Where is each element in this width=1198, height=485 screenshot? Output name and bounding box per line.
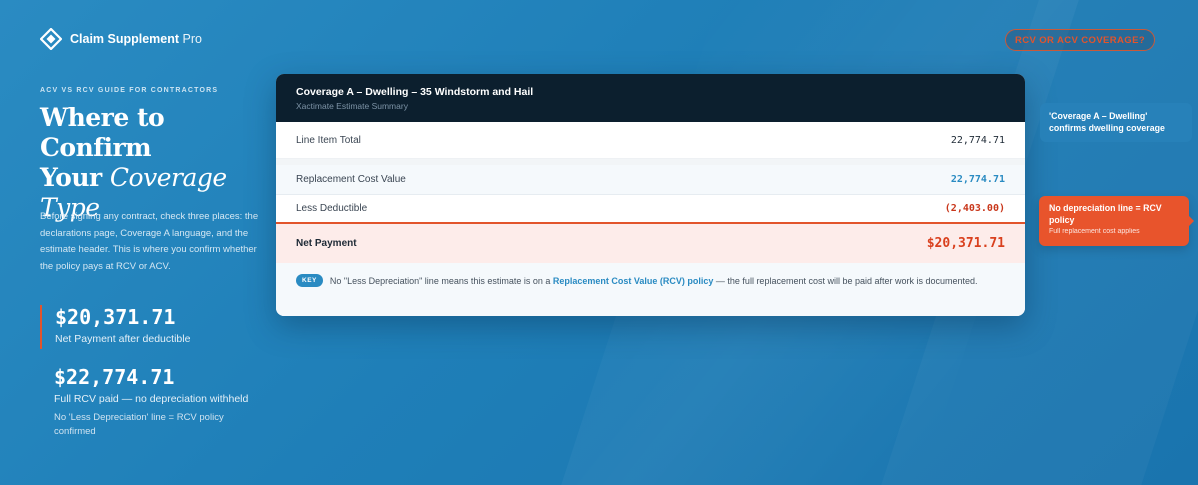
intro-paragraph: Before signing any contract, check three… xyxy=(40,211,259,272)
row-net-payment: Net Payment $20,371.71 xyxy=(276,224,1025,263)
title-line-2-start: Your xyxy=(40,163,110,192)
key-explanation: No "Less Depreciation" line means this e… xyxy=(330,274,978,316)
eyebrow-label: ACV VS RCV GUIDE FOR CONTRACTORS xyxy=(40,87,219,94)
key-badge: KEY xyxy=(296,274,323,287)
title-line-1: Where to Confirm xyxy=(40,103,165,162)
diamond-logo-icon xyxy=(40,28,62,50)
row-value: (2,403.00) xyxy=(944,203,1005,214)
callout-dwelling-coverage: 'Coverage A – Dwelling' confirms dwellin… xyxy=(1040,103,1192,142)
estimate-summary-card: Coverage A – Dwelling – 35 Windstorm and… xyxy=(276,74,1025,316)
net-payment-stat: $20,371.71 Net Payment after deductible xyxy=(40,305,190,349)
row-value: 22,774.71 xyxy=(950,174,1005,185)
row-label: Replacement Cost Value xyxy=(296,174,406,185)
card-subtitle: Xactimate Estimate Summary xyxy=(296,101,408,111)
title-line-2-emphasis: Coverage xyxy=(109,163,227,192)
row-value: $20,371.71 xyxy=(926,236,1005,251)
brand-name-main: Claim Supplement xyxy=(70,32,180,46)
row-value: 22,774.71 xyxy=(950,134,1005,146)
row-label: Line Item Total xyxy=(296,134,361,146)
card-title: Coverage A – Dwelling – 35 Windstorm and… xyxy=(296,86,534,98)
rcv-value: $22,774.71 xyxy=(54,365,175,389)
rcv-stat: $22,774.71 Full RCV paid — no depreciati… xyxy=(54,365,264,438)
card-header: Coverage A – Dwelling – 35 Windstorm and… xyxy=(276,74,1025,122)
card-footer-key: KEY No "Less Depreciation" line means th… xyxy=(276,263,1025,316)
row-less-deductible: Less Deductible (2,403.00) xyxy=(276,195,1025,224)
row-line-item-total: Line Item Total 22,774.71 xyxy=(276,122,1025,159)
key-text-highlight: Replacement Cost Value (RCV) policy xyxy=(552,276,714,286)
net-payment-label: Net Payment after deductible xyxy=(55,333,191,345)
rcv-label: Full RCV paid — no depreciation withheld xyxy=(54,393,249,405)
callout-rcv-title: No depreciation line = RCV policy xyxy=(1049,203,1162,225)
brand[interactable]: Claim Supplement Pro xyxy=(40,28,202,50)
row-label: Net Payment xyxy=(296,238,357,249)
page-title: Where to Confirm Your Coverage Type xyxy=(40,103,270,223)
brand-name-suffix: Pro xyxy=(179,32,202,46)
callout-rcv-policy: No depreciation line = RCV policy Full r… xyxy=(1039,196,1194,246)
key-text-start: No "Less Depreciation" line means this e… xyxy=(329,276,553,286)
brand-name: Claim Supplement Pro xyxy=(70,32,202,46)
coverage-type-badge: RCV OR ACV COVERAGE? xyxy=(1005,29,1155,51)
net-payment-value: $20,371.71 xyxy=(55,305,176,329)
rcv-note: No 'Less Depreciation' line = RCV policy… xyxy=(54,412,224,437)
row-label: Less Deductible xyxy=(296,203,368,214)
callout-rcv-subtitle: Full replacement cost applies xyxy=(1049,228,1140,235)
key-text-end: — the full replacement cost will be paid… xyxy=(713,276,978,286)
row-replacement-cost-value: Replacement Cost Value 22,774.71 xyxy=(276,165,1025,195)
title-line-2: Your Coverage xyxy=(40,163,270,193)
